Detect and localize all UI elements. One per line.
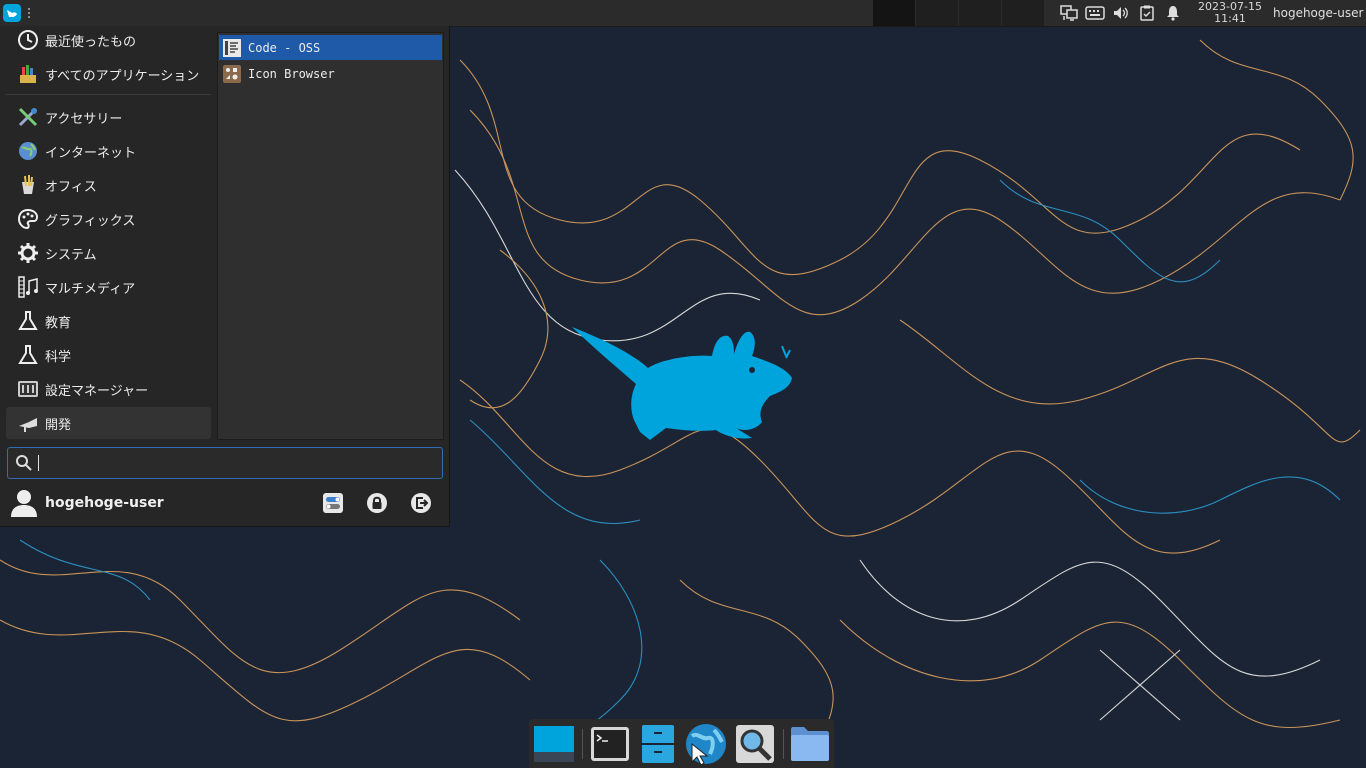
volume-tray-icon[interactable] [1108,0,1134,26]
folder-icon [791,727,829,761]
category-label: 開発 [45,417,72,433]
category-label: 最近使ったもの [45,34,137,50]
log-out-button[interactable] [409,491,433,515]
dock-show-desktop[interactable] [532,722,576,766]
icon-browser-icon [223,64,241,83]
workspace-3[interactable] [958,0,1001,26]
system-tray [1056,0,1186,26]
clipboard-tray-icon[interactable] [1134,0,1160,26]
flask-icon [18,311,38,330]
avatar [11,490,37,517]
workspace-switcher [872,0,1044,26]
app-item-icon-browser[interactable]: Icon Browser [219,61,442,86]
keyboard-icon [1085,6,1105,20]
workspace-4[interactable] [1001,0,1044,26]
panel-handle-icon[interactable] [27,7,31,19]
network-tray-icon[interactable] [1056,0,1082,26]
top-panel: 2023-07-15 11:41 hogehoge-user [0,0,1366,27]
category-label: 科学 [45,349,72,365]
app-item-code-oss[interactable]: Code - OSS [219,35,442,60]
category-label: インターネット [45,145,137,161]
category-all-apps[interactable]: すべてのアプリケーション [6,58,211,90]
bell-icon [1167,6,1179,21]
category-development[interactable]: 開発 [6,407,211,439]
dock-web-browser[interactable] [684,722,728,766]
search-input[interactable] [43,454,442,472]
app-label: Code - OSS [248,40,321,55]
log-out-icon [411,493,431,513]
category-science[interactable]: 科学 [6,339,211,371]
show-desktop-icon [534,726,574,762]
clock-time: 11:41 [1214,12,1246,25]
web-browser-icon [686,724,726,766]
category-separator [6,94,211,95]
category-multimedia[interactable]: マルチメディア [6,271,211,303]
globe-icon [19,142,37,160]
app-label: Icon Browser [248,66,335,81]
category-label: システム [45,247,97,263]
application-list: Code - OSS Icon Browser [217,32,444,440]
category-recent[interactable]: 最近使ったもの [6,24,211,56]
palette-icon [17,208,39,230]
workspace-2[interactable] [915,0,958,26]
multimedia-icon [18,276,38,298]
terminal-icon [591,727,629,761]
text-cursor [38,455,39,471]
network-icon [1060,5,1078,21]
category-label: すべてのアプリケーション [45,68,200,84]
dock-separator [783,729,784,759]
app-finder-icon [736,725,774,763]
workspace-1[interactable] [872,0,915,26]
lock-screen-button[interactable] [365,491,389,515]
file-manager-icon [642,725,674,763]
accessories-icon [18,107,38,127]
category-graphics[interactable]: グラフィックス [6,203,211,235]
clock-icon [18,30,38,50]
dock-file-manager[interactable] [636,722,680,766]
lock-icon [367,493,387,513]
category-label: グラフィックス [45,213,136,229]
search-field[interactable] [7,447,443,479]
category-internet[interactable]: インターネット [6,135,211,167]
category-label: 設定マネージャー [45,383,149,399]
settings-manager-icon [18,381,38,397]
keyboard-tray-icon[interactable] [1082,0,1108,26]
settings-toggle-icon [323,493,343,513]
whisker-menu-button[interactable] [2,3,22,23]
category-label: オフィス [45,179,97,195]
category-system[interactable]: システム [6,237,211,269]
category-settings-manager[interactable]: 設定マネージャー [6,373,211,405]
category-office[interactable]: オフィス [6,169,211,201]
notifications-tray-icon[interactable] [1160,0,1186,26]
office-icon [22,175,34,194]
user-name: hogehoge-user [45,495,164,511]
development-icon [19,418,37,432]
xfce-logo-icon [3,4,21,22]
category-label: マルチメディア [45,281,136,297]
dock-separator [582,729,583,759]
category-label: 教育 [45,315,72,331]
dock-terminal[interactable] [588,722,632,766]
volume-icon [1114,7,1128,19]
dock-app-finder[interactable] [733,722,777,766]
category-accessories[interactable]: アクセサリー [6,101,211,133]
category-education[interactable]: 教育 [6,305,211,337]
clipboard-icon [1140,5,1154,21]
panel-user-name[interactable]: hogehoge-user [1273,6,1363,20]
panel-clock[interactable]: 2023-07-15 11:41 [1192,1,1268,25]
dock-panel [529,719,834,768]
category-label: アクセサリー [45,111,123,127]
gear-icon [18,243,38,263]
user-row: hogehoge-user [0,482,449,526]
code-oss-icon [223,38,241,57]
settings-manager-button[interactable] [321,491,345,515]
all-apps-icon [20,65,36,83]
whisker-menu: 最近使ったもの すべてのアプリケーション アクセサリー インターネット オフィス… [0,26,450,527]
search-icon [16,455,32,471]
flask-icon [18,345,38,364]
dock-folder[interactable] [788,722,832,766]
